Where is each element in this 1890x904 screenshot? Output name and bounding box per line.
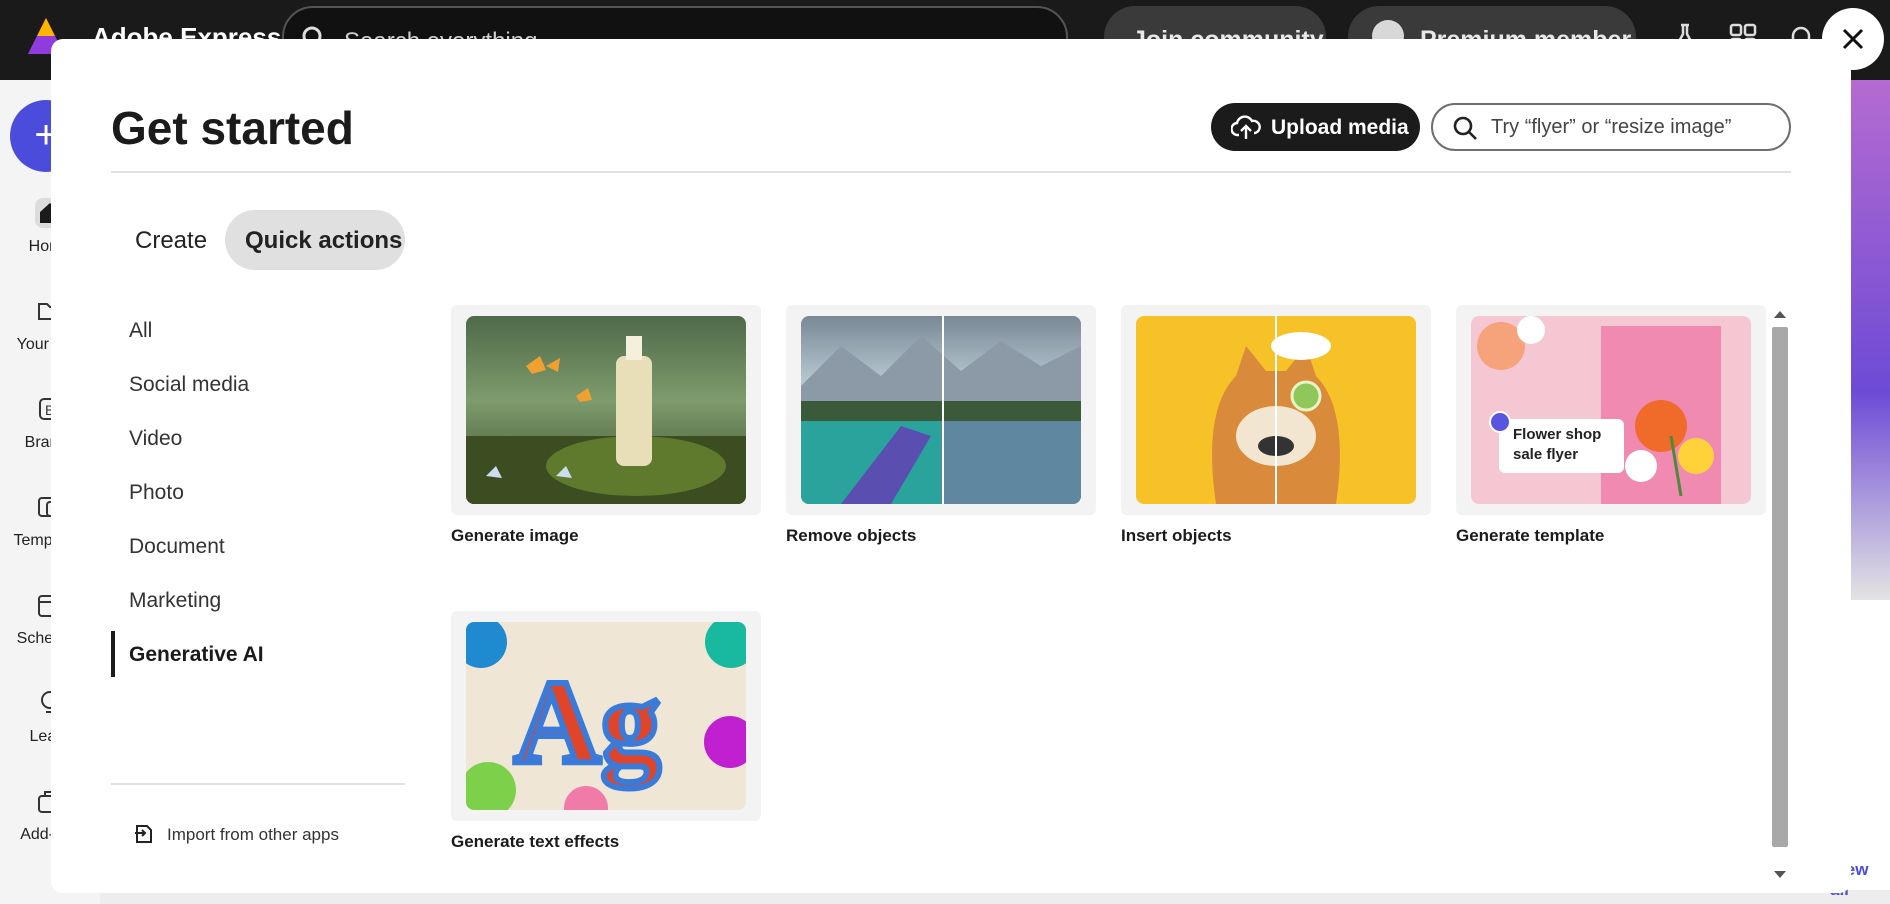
cloud-upload-icon (1231, 115, 1261, 139)
card-label: Remove objects (786, 526, 917, 545)
card-thumbnail (1121, 305, 1431, 515)
import-icon (135, 825, 152, 843)
category-all[interactable]: All (111, 313, 405, 347)
tab-create[interactable]: Create (115, 210, 231, 270)
category-photo[interactable]: Photo (111, 475, 405, 509)
close-dialog-button[interactable] (1822, 8, 1884, 70)
card-label: Insert objects (1121, 526, 1232, 545)
generate-template-preview: Flower shop sale flyer (1471, 316, 1751, 504)
generate-image-preview (466, 316, 746, 504)
scroll-down-arrow-icon[interactable] (1774, 871, 1786, 878)
header-divider (111, 171, 1791, 173)
category-generative-ai[interactable]: Generative AI (111, 631, 405, 677)
card-thumbnail (451, 305, 761, 515)
remove-objects-preview (801, 316, 1081, 504)
dialog-title: Get started (111, 102, 354, 154)
ai-sparkle-icon (1489, 411, 1511, 433)
generate-text-effects-preview: Ag (466, 622, 746, 810)
card-thumbnail: Ag (451, 611, 761, 821)
upload-media-button[interactable]: Upload media (1211, 103, 1420, 151)
card-label: Generate image (451, 526, 579, 545)
import-label: Import from other apps (167, 825, 339, 844)
text-effect-sample: Ag (514, 655, 661, 789)
category-video[interactable]: Video (111, 421, 405, 455)
category-divider (111, 783, 405, 785)
category-document[interactable]: Document (111, 529, 405, 563)
scroll-up-arrow-icon[interactable] (1774, 311, 1786, 318)
card-thumbnail (786, 305, 1096, 515)
get-started-dialog: Get started Upload media Create Quick ac… (51, 39, 1851, 893)
template-badge-line1: Flower shop (1513, 426, 1602, 443)
card-label: Generate text effects (451, 832, 620, 851)
insert-objects-preview (1136, 316, 1416, 504)
tab-quick-actions[interactable]: Quick actions (225, 210, 405, 270)
template-badge: Flower shop sale flyer (1499, 419, 1624, 473)
dialog-search-input[interactable] (1491, 113, 1781, 141)
dialog-search-box[interactable] (1431, 103, 1791, 151)
close-icon (1842, 28, 1864, 50)
upload-media-label: Upload media (1271, 116, 1409, 139)
scrollbar-thumb[interactable] (1772, 327, 1788, 847)
card-label: Generate template (1456, 526, 1605, 545)
card-list-scrollbar[interactable] (1769, 305, 1791, 887)
background-banner (1850, 80, 1890, 600)
card-thumbnail: Flower shop sale flyer (1456, 305, 1766, 515)
search-icon (1453, 116, 1477, 140)
template-badge-line2: sale flyer (1513, 446, 1579, 463)
category-social-media[interactable]: Social media (111, 367, 405, 401)
category-marketing[interactable]: Marketing (111, 583, 405, 617)
